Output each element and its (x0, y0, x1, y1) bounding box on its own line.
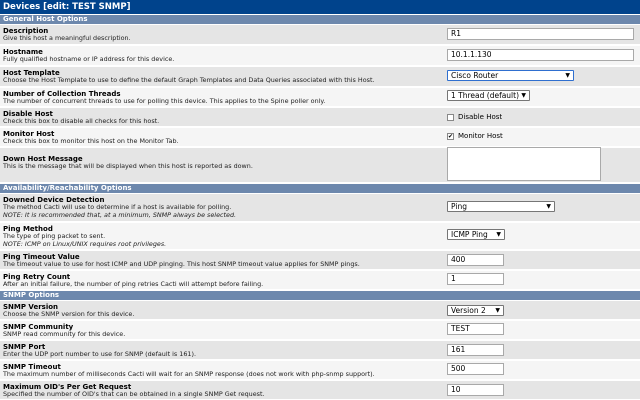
row-threads: Number of Collection Threads The number … (0, 88, 640, 107)
field-desc: The number of concurrent threads to use … (3, 97, 326, 105)
field-desc: Check this box to monitor this host on t… (3, 137, 179, 145)
hostname-input[interactable]: 10.1.1.130 (447, 49, 634, 61)
field-desc: Check this box to disable all checks for… (3, 117, 160, 125)
row-down-message: Down Host Message This is the message th… (0, 147, 640, 183)
ping-retry-input[interactable]: 1 (447, 273, 504, 285)
section-snmp: SNMP Options (0, 291, 640, 300)
ping-method-select[interactable]: ICMP Ping ▼ (447, 229, 505, 240)
description-input[interactable]: R1 (447, 28, 634, 40)
field-desc: SNMP read community for this device. (3, 330, 126, 338)
section-availability: Availability/Reachability Options (0, 184, 640, 193)
row-hostname: Hostname Fully qualified hostname or IP … (0, 46, 640, 66)
row-ping-retry: Ping Retry Count After an initial failur… (0, 271, 640, 290)
field-desc: Choose the Host Template to use to defin… (3, 76, 375, 84)
field-desc: Choose the SNMP version for this device. (3, 310, 135, 318)
chevron-down-icon: ▼ (565, 72, 570, 79)
host-template-select[interactable]: Cisco Router ▼ (447, 70, 574, 81)
row-description: Description Give this host a meaningful … (0, 25, 640, 45)
chevron-down-icon: ▼ (496, 231, 501, 238)
checkbox-box[interactable] (447, 113, 454, 121)
row-monitor-host: Monitor Host Check this box to monitor t… (0, 128, 640, 147)
field-desc: The timeout value to use for host ICMP a… (3, 260, 360, 268)
row-downed-detection: Downed Device Detection The method Cacti… (0, 194, 640, 222)
edit-label: [edit: TEST SNMP] (43, 2, 131, 12)
chevron-down-icon: ▼ (546, 203, 551, 210)
row-snmp-port: SNMP Port Enter the UDP port number to u… (0, 341, 640, 360)
chevron-down-icon: ▼ (495, 307, 500, 314)
chevron-down-icon: ▼ (521, 92, 526, 99)
row-ping-timeout: Ping Timeout Value The timeout value to … (0, 251, 640, 270)
field-desc: Enter the UDP port number to use for SNM… (3, 350, 197, 358)
row-snmp-community: SNMP Community SNMP read community for t… (0, 321, 640, 340)
row-snmp-timeout: SNMP Timeout The maximum number of milli… (0, 361, 640, 380)
row-disable-host: Disable Host Check this box to disable a… (0, 108, 640, 127)
field-desc: Give this host a meaningful description. (3, 34, 131, 42)
snmp-timeout-input[interactable]: 500 (447, 363, 504, 375)
field-desc: The maximum number of milliseconds Cacti… (3, 370, 375, 378)
checkmark-icon[interactable]: ✔ (447, 132, 454, 140)
page-title-bar: Devices [edit: TEST SNMP] (0, 0, 640, 14)
field-desc: Fully qualified hostname or IP address f… (3, 55, 175, 63)
row-ping-method: Ping Method The type of ping packet to s… (0, 223, 640, 250)
downed-detection-select[interactable]: Ping ▼ (447, 201, 555, 212)
field-desc: After an initial failure, the number of … (3, 280, 264, 288)
monitor-host-checkbox[interactable]: ✔ Monitor Host (447, 132, 503, 140)
snmp-community-input[interactable]: TEST (447, 323, 504, 335)
section-general: General Host Options (0, 15, 640, 24)
row-max-oids: Maximum OID's Per Get Request Specified … (0, 381, 640, 400)
threads-select[interactable]: 1 Thread (default) ▼ (447, 90, 530, 101)
disable-host-checkbox[interactable]: Disable Host (447, 113, 502, 121)
row-snmp-version: SNMP Version Choose the SNMP version for… (0, 301, 640, 320)
field-note: NOTE: ICMP on Linux/UNIX requires root p… (3, 239, 167, 248)
snmp-version-select[interactable]: Version 2 ▼ (447, 305, 504, 316)
field-note: NOTE: It is recommended that, at a minim… (3, 210, 237, 219)
ping-timeout-input[interactable]: 400 (447, 254, 504, 266)
field-desc: Specified the number of OID's that can b… (3, 390, 265, 398)
page-title: Devices (3, 2, 41, 12)
field-desc: This is the message that will be display… (3, 162, 253, 170)
row-host-template: Host Template Choose the Host Template t… (0, 67, 640, 87)
max-oids-input[interactable]: 10 (447, 384, 504, 396)
down-message-textarea[interactable] (447, 147, 601, 181)
snmp-port-input[interactable]: 161 (447, 344, 504, 356)
